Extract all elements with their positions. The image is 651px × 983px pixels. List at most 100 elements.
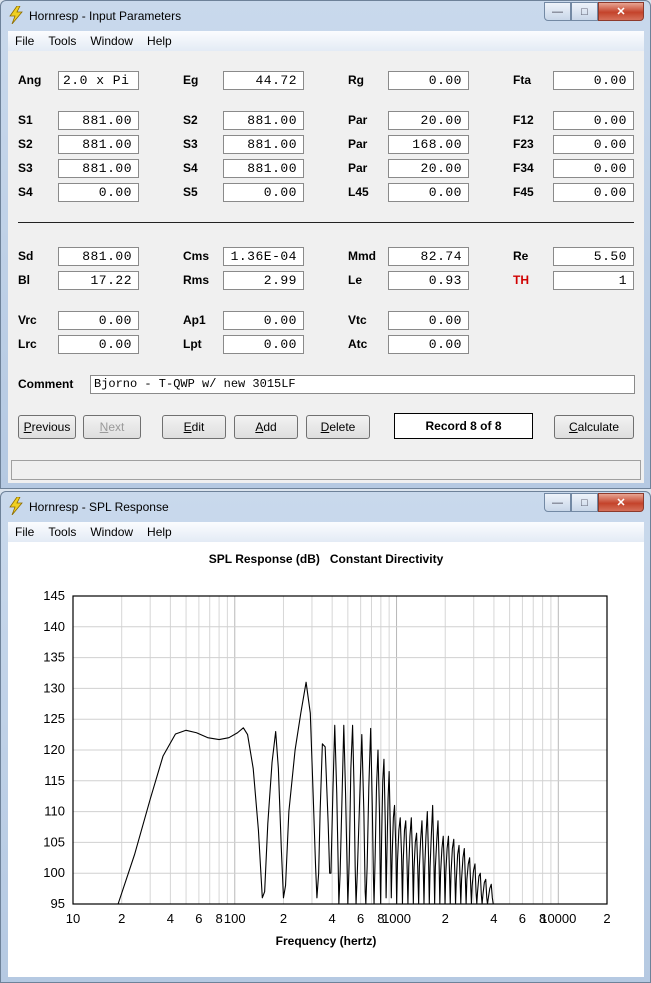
delete-button[interactable]: Delete: [306, 415, 370, 439]
menu-file[interactable]: File: [8, 34, 41, 48]
comment-field[interactable]: Bjorno - T-QWP w/ new 3015LF: [90, 375, 635, 394]
param-field-par[interactable]: 20.00: [388, 159, 469, 178]
param-label-f23: F23: [513, 137, 534, 151]
param-label-re: Re: [513, 249, 529, 263]
param-field-f34[interactable]: 0.00: [553, 159, 634, 178]
param-field-par[interactable]: 168.00: [388, 135, 469, 154]
add-label: dd: [263, 420, 277, 434]
param-label-rg: Rg: [348, 73, 364, 87]
record-indicator: Record 8 of 8: [394, 413, 533, 439]
minimize-icon: —: [552, 5, 563, 18]
y-tick-label: 115: [44, 773, 65, 788]
param-field-bl[interactable]: 17.22: [58, 271, 139, 290]
param-field-vtc[interactable]: 0.00: [388, 311, 469, 330]
param-field-f23[interactable]: 0.00: [553, 135, 634, 154]
param-field-cms[interactable]: 1.36E-04: [223, 247, 304, 266]
x-axis-label: Frequency (hertz): [276, 934, 377, 948]
y-tick-label: 105: [43, 834, 65, 849]
param-field-s1[interactable]: 881.00: [58, 111, 139, 130]
menu-help[interactable]: Help: [140, 525, 179, 539]
param-field-rms[interactable]: 2.99: [223, 271, 304, 290]
param-field-s5[interactable]: 0.00: [223, 183, 304, 202]
y-tick-label: 135: [43, 650, 65, 665]
param-field-lpt[interactable]: 0.00: [223, 335, 304, 354]
close-button[interactable]: ✕: [598, 2, 644, 21]
minimize-button[interactable]: —: [544, 493, 571, 512]
param-field-f12[interactable]: 0.00: [553, 111, 634, 130]
close-icon: ✕: [616, 6, 626, 18]
param-label-s3: S3: [18, 161, 33, 175]
title-bar[interactable]: Hornresp - Input Parameters — □ ✕: [1, 1, 650, 31]
menu-tools[interactable]: Tools: [41, 34, 83, 48]
param-label-th: TH: [513, 273, 529, 287]
x-tick-label: 6: [195, 911, 202, 926]
param-field-s2[interactable]: 881.00: [58, 135, 139, 154]
x-tick-label: 2: [118, 911, 125, 926]
x-tick-label: 2: [442, 911, 449, 926]
lightning-bolt-icon: [9, 6, 23, 24]
param-field-le[interactable]: 0.93: [388, 271, 469, 290]
param-field-vrc[interactable]: 0.00: [58, 311, 139, 330]
menu-file[interactable]: File: [8, 525, 41, 539]
caption-buttons: — □ ✕: [544, 2, 644, 21]
param-field-ap1[interactable]: 0.00: [223, 311, 304, 330]
param-label-atc: Atc: [348, 337, 368, 351]
minimize-button[interactable]: —: [544, 2, 571, 21]
chart-series: [117, 681, 494, 905]
param-label-l45: L45: [348, 185, 369, 199]
param-field-atc[interactable]: 0.00: [388, 335, 469, 354]
param-field-sd[interactable]: 881.00: [58, 247, 139, 266]
status-bar: [11, 460, 641, 480]
param-field-par[interactable]: 20.00: [388, 111, 469, 130]
menu-window[interactable]: Window: [83, 525, 140, 539]
param-field-eg[interactable]: 44.72: [223, 71, 304, 90]
param-field-s3[interactable]: 881.00: [58, 159, 139, 178]
spl-chart: SPL Response (dB) Constant Directivity F…: [43, 552, 610, 948]
menu-window[interactable]: Window: [83, 34, 140, 48]
param-field-s2[interactable]: 881.00: [223, 111, 304, 130]
y-tick-label: 130: [43, 680, 65, 695]
lightning-bolt-icon: [9, 497, 23, 515]
param-field-re[interactable]: 5.50: [553, 247, 634, 266]
y-tick-label: 120: [43, 742, 65, 757]
param-field-fta[interactable]: 0.00: [553, 71, 634, 90]
close-button[interactable]: ✕: [598, 493, 644, 512]
param-field-s4[interactable]: 881.00: [223, 159, 304, 178]
maximize-button[interactable]: □: [571, 493, 598, 512]
param-field-lrc[interactable]: 0.00: [58, 335, 139, 354]
param-field-th[interactable]: 1: [553, 271, 634, 290]
param-label-mmd: Mmd: [348, 249, 376, 263]
edit-accel: E: [183, 420, 192, 434]
param-field-s3[interactable]: 881.00: [223, 135, 304, 154]
param-field-s4[interactable]: 0.00: [58, 183, 139, 202]
y-tick-label: 140: [43, 619, 65, 634]
next-button: Next: [83, 415, 141, 439]
param-label-f45: F45: [513, 185, 534, 199]
param-field-ang[interactable]: 2.0 x Pi: [58, 71, 139, 90]
param-field-l45[interactable]: 0.00: [388, 183, 469, 202]
calculate-button[interactable]: Calculate: [554, 415, 634, 439]
delete-accel: D: [320, 420, 330, 434]
spl-response-window: Hornresp - SPL Response — □ ✕ File Tools…: [0, 491, 651, 983]
menu-tools[interactable]: Tools: [41, 525, 83, 539]
y-axis-ticks: 95 100 105 110 115 120 125 130 135 140 145: [43, 588, 65, 911]
x-tick-label: 4: [490, 911, 497, 926]
add-button[interactable]: Add: [234, 415, 298, 439]
x-tick-label: 8: [215, 911, 222, 926]
x-tick-label: 1000: [382, 911, 411, 926]
edit-button[interactable]: Edit: [162, 415, 226, 439]
title-bar[interactable]: Hornresp - SPL Response — □ ✕: [1, 492, 650, 522]
minimize-icon: —: [552, 496, 563, 509]
param-label-le: Le: [348, 273, 363, 287]
param-field-f45[interactable]: 0.00: [553, 183, 634, 202]
comment-label: Comment: [18, 377, 74, 391]
param-field-rg[interactable]: 0.00: [388, 71, 469, 90]
previous-button[interactable]: Previous: [18, 415, 76, 439]
menu-help[interactable]: Help: [140, 34, 179, 48]
param-field-mmd[interactable]: 82.74: [388, 247, 469, 266]
param-label-s1: S1: [18, 113, 33, 127]
spl-response-line: [117, 681, 494, 905]
x-tick-label: 4: [167, 911, 174, 926]
y-tick-label: 145: [43, 588, 65, 603]
maximize-button[interactable]: □: [571, 2, 598, 21]
